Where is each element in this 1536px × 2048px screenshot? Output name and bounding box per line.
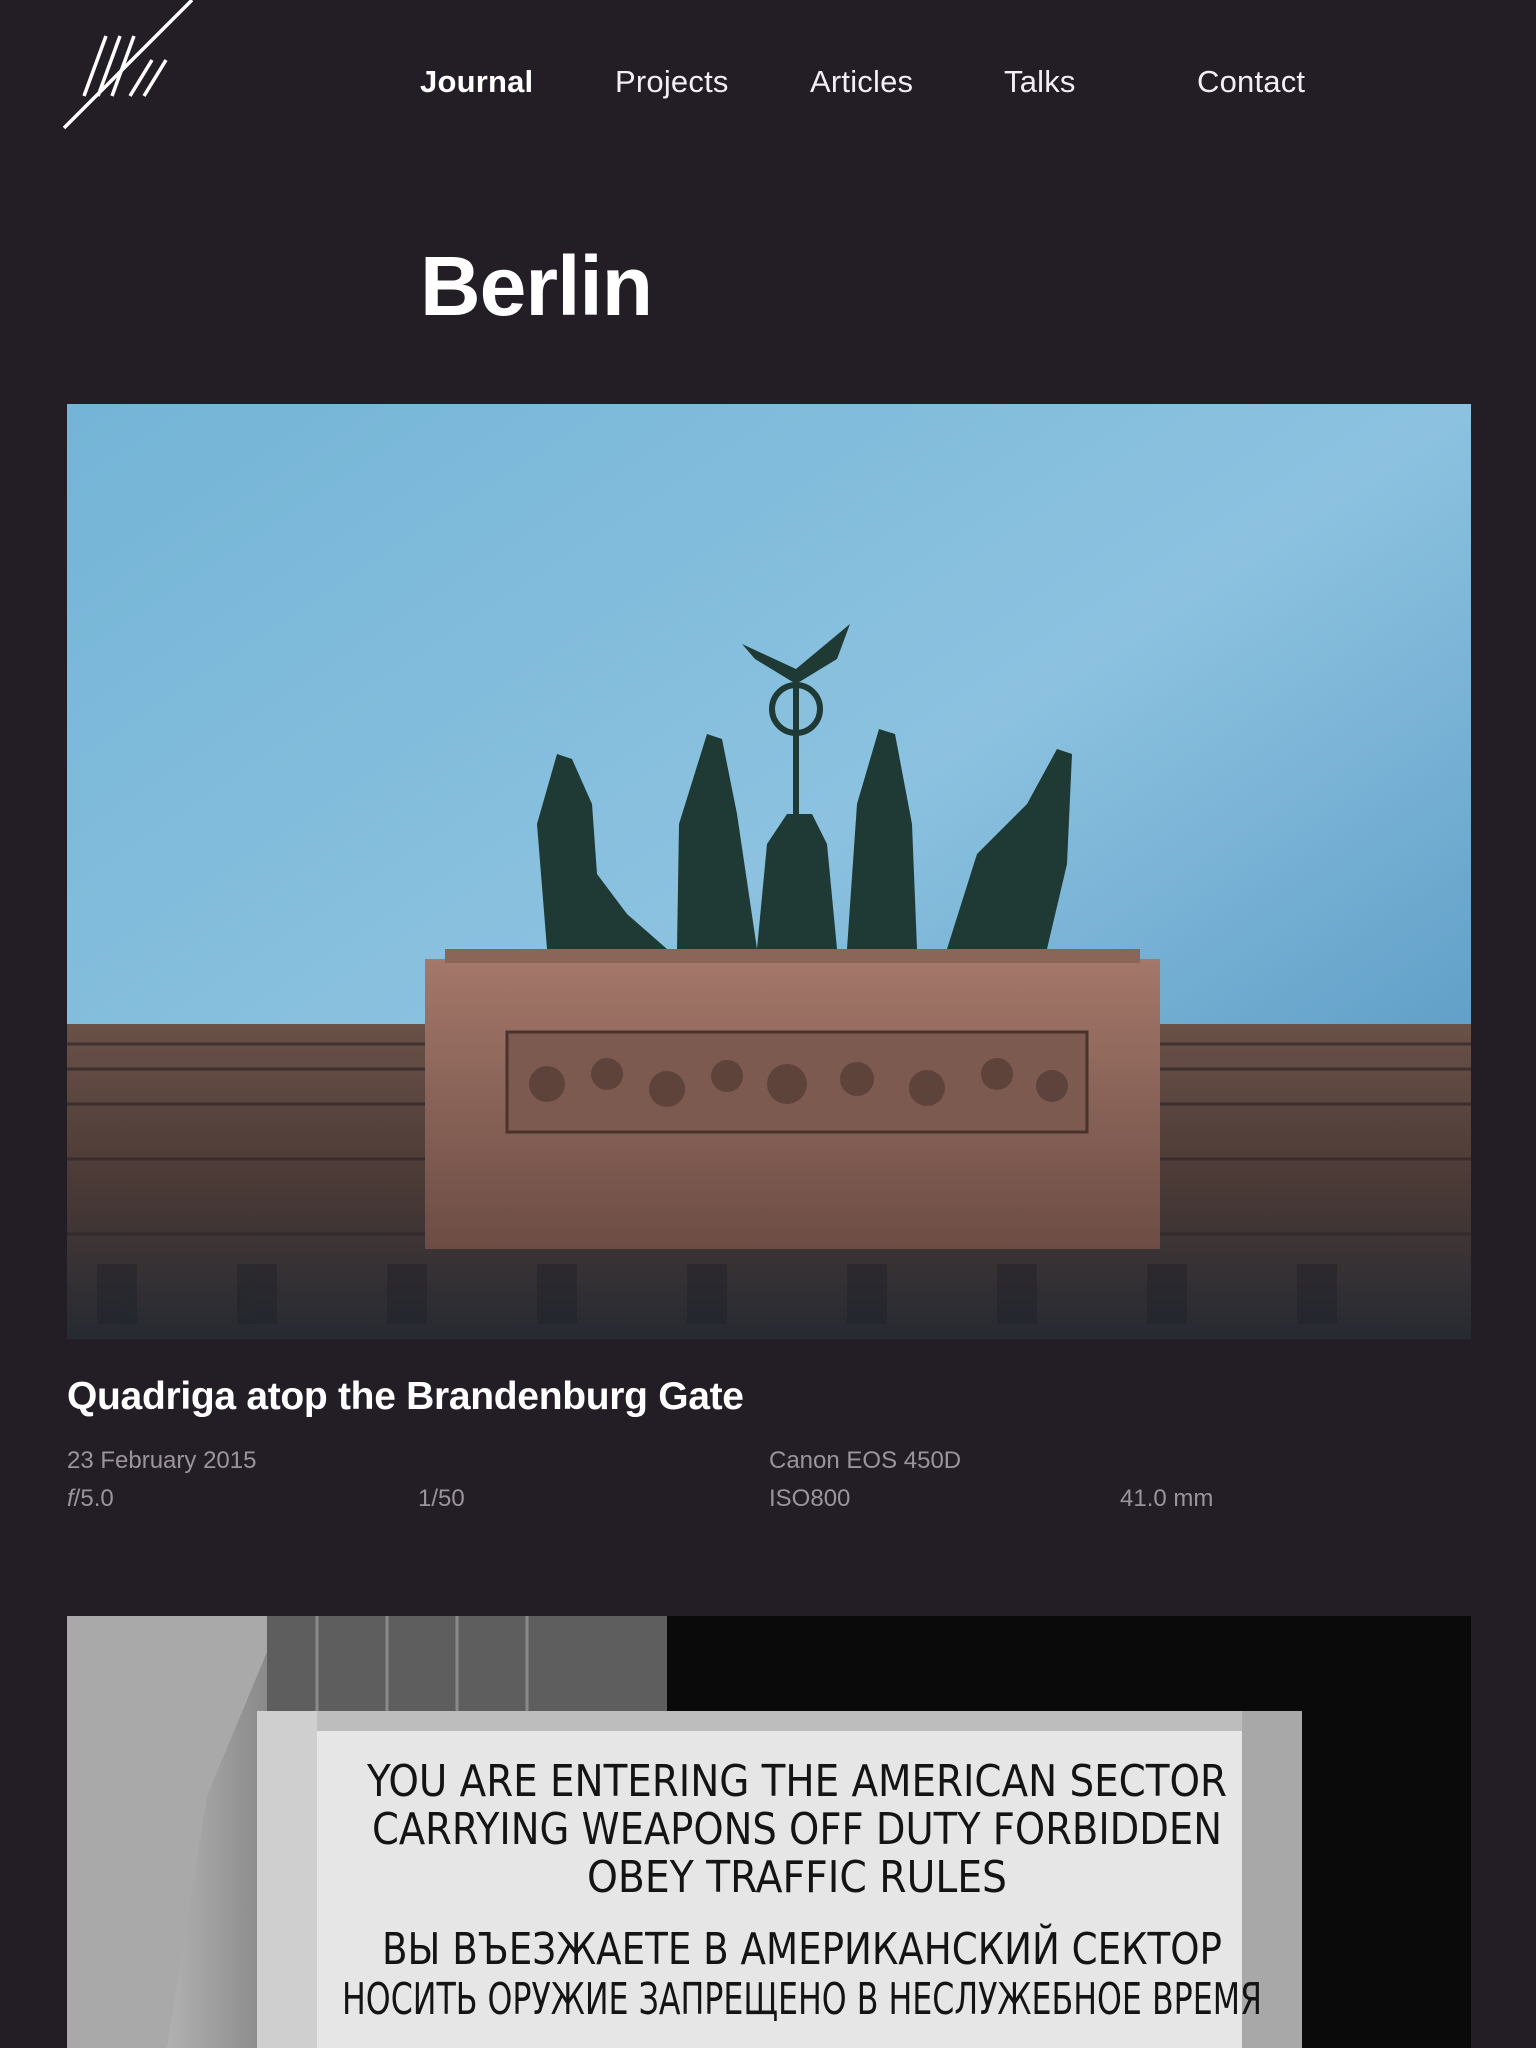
- checkpoint-sign-photo[interactable]: YOU ARE ENTERING THE AMERICAN SECTOR CAR…: [67, 1616, 1471, 2048]
- photo-camera: Canon EOS 450D: [769, 1447, 962, 1474]
- sign-line-4: ВЫ ВЪЕЗЖАЕТЕ В АМЕРИКАНСКИЙ СЕКТОР: [382, 1922, 1222, 1975]
- sign-line-5: НОСИТЬ ОРУЖИЕ ЗАПРЕЩЕНО В НЕСЛУЖЕБНОЕ ВР…: [342, 1974, 1262, 2025]
- photo-focal-length: 41.0 mm: [1120, 1485, 1214, 1512]
- photo-iso: ISO800: [769, 1485, 851, 1512]
- quadriga-image: [67, 404, 1471, 1339]
- aperture-value: /5.0: [73, 1485, 114, 1512]
- nav-contact-link[interactable]: Contact: [1197, 64, 1305, 100]
- aperture-prefix: f: [67, 1485, 74, 1512]
- quadriga-photo[interactable]: [67, 404, 1471, 1339]
- page-title: Berlin: [420, 239, 653, 333]
- photo-title: Quadriga atop the Brandenburg Gate: [67, 1375, 744, 1418]
- sign-line-3: OBEY TRAFFIC RULES: [587, 1852, 1007, 1903]
- sign-line-1: YOU ARE ENTERING THE AMERICAN SECTOR: [366, 1756, 1227, 1807]
- checkpoint-sign-image: YOU ARE ENTERING THE AMERICAN SECTOR CAR…: [67, 1616, 1471, 2048]
- photo-date: 23 February 2015: [67, 1447, 257, 1474]
- nav-articles-link[interactable]: Articles: [810, 64, 913, 100]
- sign-line-2: CARRYING WEAPONS OFF DUTY FORBIDDEN: [372, 1804, 1222, 1855]
- photo-shutter: 1/50: [418, 1485, 465, 1512]
- main-nav: Journal Projects Articles Talks Contact: [0, 64, 1536, 104]
- nav-talks-link[interactable]: Talks: [1004, 64, 1076, 100]
- nav-journal-link[interactable]: Journal: [420, 64, 533, 100]
- nav-projects-link[interactable]: Projects: [615, 64, 729, 100]
- photo-aperture: f/5.0: [67, 1485, 114, 1513]
